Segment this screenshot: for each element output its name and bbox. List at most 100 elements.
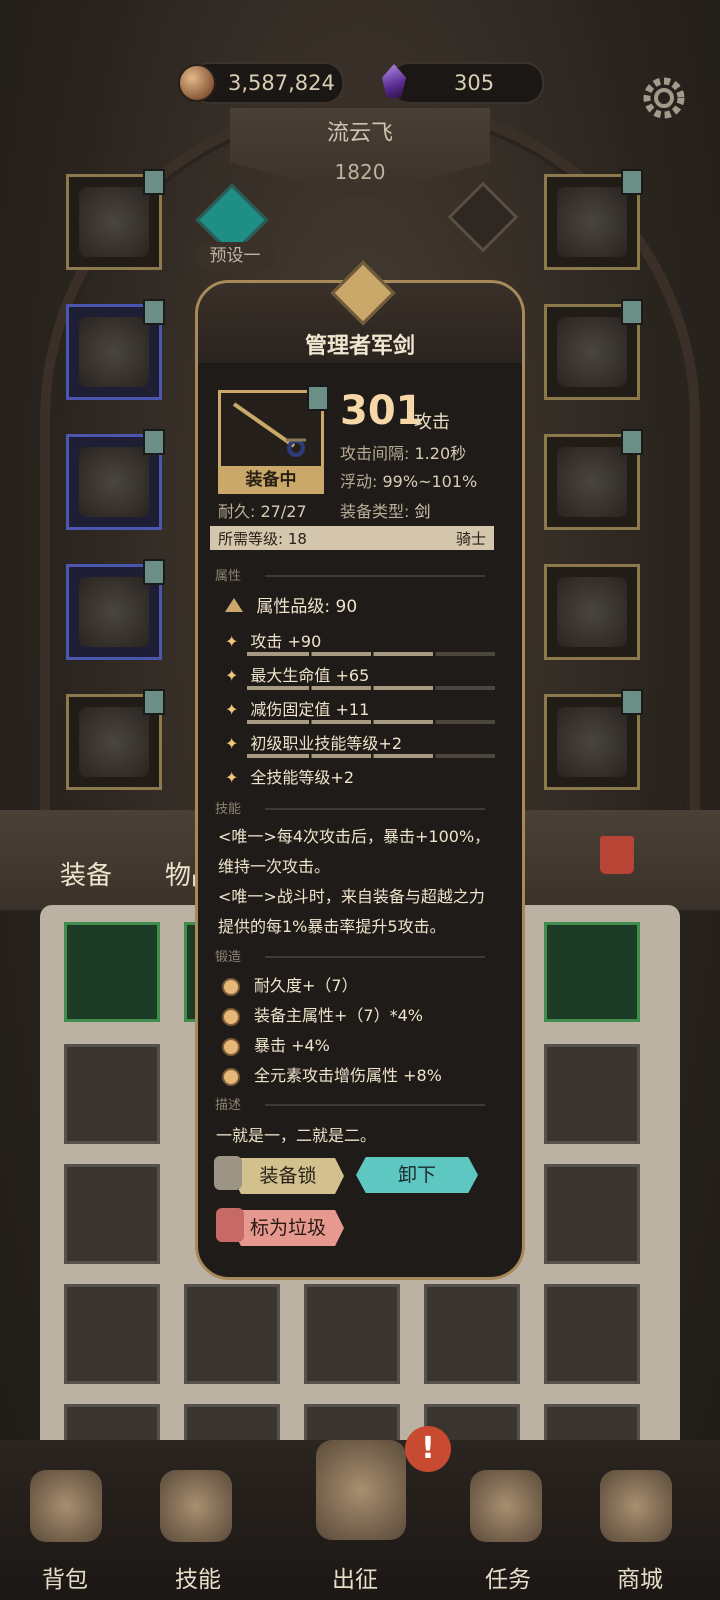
boots-icon bbox=[79, 707, 149, 777]
equip-slot-boots[interactable] bbox=[66, 689, 165, 790]
type-value: 剑 bbox=[414, 502, 431, 521]
glove-icon bbox=[79, 447, 149, 517]
gem-value: 305 bbox=[454, 71, 495, 95]
ring-icon bbox=[557, 447, 627, 517]
equip-slot-weapon[interactable] bbox=[544, 564, 640, 660]
mark-trash-button[interactable]: 标为垃圾 bbox=[232, 1210, 344, 1246]
expedition-sword-icon bbox=[316, 1440, 406, 1540]
sword-icon bbox=[232, 402, 306, 457]
equip-slot-necklace[interactable] bbox=[544, 169, 643, 270]
inventory-empty-cell[interactable] bbox=[64, 1284, 160, 1384]
shop-crown-icon bbox=[600, 1470, 672, 1542]
inventory-empty-cell[interactable] bbox=[544, 1044, 640, 1144]
section-attributes: 属性 bbox=[215, 565, 495, 585]
attack-interval-label: 攻击间隔: bbox=[340, 444, 410, 463]
required-class: 骑士 bbox=[455, 529, 486, 548]
float-label: 浮动: bbox=[340, 472, 378, 491]
nav-backpack[interactable]: 背包 bbox=[15, 1560, 115, 1594]
backpack-icon bbox=[30, 1470, 102, 1542]
inventory-empty-cell[interactable] bbox=[544, 1284, 640, 1384]
inventory-item-boots-upgrade[interactable] bbox=[544, 922, 640, 1022]
horn-icon bbox=[470, 1470, 542, 1542]
item-title: 管理者军剑 bbox=[304, 334, 415, 359]
equip-slot-offhand[interactable] bbox=[544, 689, 643, 790]
preset-button[interactable]: 预设一 bbox=[195, 242, 275, 270]
stat-label: 全技能等级+2 bbox=[250, 768, 354, 787]
inventory-empty-cell[interactable] bbox=[64, 1164, 160, 1264]
required-level-label: 所需等级: bbox=[218, 529, 284, 548]
nav-expedition[interactable]: 出征 bbox=[305, 1560, 405, 1594]
stat-label: 攻击 +90 bbox=[250, 632, 322, 651]
alert-badge: ! bbox=[405, 1426, 451, 1472]
inventory-item-boots[interactable] bbox=[64, 922, 160, 1022]
inventory-empty-cell[interactable] bbox=[424, 1284, 520, 1384]
star-icon: ✦ bbox=[225, 666, 239, 685]
coat-icon bbox=[79, 317, 149, 387]
skill-book-icon bbox=[160, 1470, 232, 1542]
coin-value: 3,587,824 bbox=[228, 71, 335, 95]
hero-power: 1820 bbox=[334, 160, 386, 184]
nav-skills[interactable]: 技能 bbox=[148, 1560, 248, 1594]
equip-slot-armor[interactable] bbox=[66, 299, 165, 400]
inventory-empty-cell[interactable] bbox=[544, 1164, 640, 1264]
lock-button[interactable]: 装备锁 bbox=[232, 1158, 344, 1194]
equip-slot-ring-2[interactable] bbox=[544, 429, 643, 530]
trash-lantern-icon bbox=[216, 1208, 244, 1242]
slot-tag-icon bbox=[143, 429, 165, 455]
shield-icon bbox=[557, 707, 627, 777]
stat-row: ✦ 攻击 +90 bbox=[225, 628, 495, 656]
attribute-quality-label: 属性品级: bbox=[256, 597, 331, 617]
hero-name: 流云飞 bbox=[326, 121, 393, 146]
settings-gear-icon[interactable] bbox=[638, 72, 690, 124]
section-forge: 锻造 bbox=[215, 946, 495, 966]
equip-slot-helmet[interactable] bbox=[66, 169, 165, 270]
skill-line: <唯一>每4次攻击后，暴击+100%， bbox=[218, 827, 491, 846]
stat-row: ✦ 初级职业技能等级+2 bbox=[225, 730, 495, 758]
slot-tag-icon bbox=[621, 689, 643, 715]
stat-label: 最大生命值 +65 bbox=[250, 666, 370, 685]
skill-line: 提供的每1%暴击率提升5攻击。 bbox=[218, 917, 446, 936]
slot-tag-icon bbox=[621, 299, 643, 325]
lock-icon bbox=[214, 1156, 242, 1190]
equip-slot-gloves[interactable] bbox=[66, 429, 165, 530]
slot-tag-icon bbox=[143, 689, 165, 715]
tab-equipment[interactable]: 装备 bbox=[60, 855, 112, 892]
necklace-icon bbox=[557, 187, 627, 257]
forge-row: 暴击 +4% bbox=[222, 1032, 330, 1056]
forge-dot-icon bbox=[222, 977, 240, 996]
nav-shop[interactable]: 商城 bbox=[590, 1560, 690, 1594]
slot-tag-icon bbox=[143, 299, 165, 325]
item-description: 一就是一，二就是二。 bbox=[216, 1126, 377, 1145]
attribute-quality-value: 90 bbox=[335, 597, 358, 617]
required-level-value: 18 bbox=[287, 529, 307, 548]
trash-bin-icon[interactable] bbox=[600, 836, 634, 874]
equip-slot-pants[interactable] bbox=[66, 559, 165, 660]
equip-slot-ring-1[interactable] bbox=[544, 299, 643, 400]
slot-tag-icon bbox=[143, 559, 165, 585]
inventory-empty-cell[interactable] bbox=[304, 1284, 400, 1384]
durability: 耐久: 27/27 bbox=[218, 498, 307, 522]
forge-label: 装备主属性+（7）*4% bbox=[254, 1006, 423, 1025]
stat-level-bar bbox=[247, 754, 495, 758]
forge-label: 耐久度+（7） bbox=[254, 976, 358, 995]
slot-tag-icon bbox=[621, 169, 643, 195]
type-label: 装备类型: bbox=[340, 502, 410, 521]
stat-label: 初级职业技能等级+2 bbox=[250, 734, 402, 753]
durability-value: 27/27 bbox=[260, 502, 307, 521]
star-icon: ✦ bbox=[225, 700, 239, 719]
durability-label: 耐久: bbox=[218, 502, 256, 521]
star-icon: ✦ bbox=[225, 768, 239, 787]
skill-line: 维持一次攻击。 bbox=[218, 857, 331, 876]
star-icon: ✦ bbox=[225, 734, 239, 753]
nav-tasks[interactable]: 任务 bbox=[458, 1560, 558, 1594]
forge-label: 全元素攻击增伤属性 +8% bbox=[254, 1066, 442, 1085]
sword-icon bbox=[557, 577, 627, 647]
unequip-button[interactable]: 卸下 bbox=[356, 1157, 478, 1193]
inventory-empty-cell[interactable] bbox=[64, 1044, 160, 1144]
ring-icon bbox=[557, 317, 627, 387]
stat-level-bar bbox=[247, 686, 495, 690]
forge-row: 全元素攻击增伤属性 +8% bbox=[222, 1062, 442, 1086]
hat-icon bbox=[79, 187, 149, 257]
inventory-empty-cell[interactable] bbox=[184, 1284, 280, 1384]
star-icon: ✦ bbox=[225, 632, 239, 651]
